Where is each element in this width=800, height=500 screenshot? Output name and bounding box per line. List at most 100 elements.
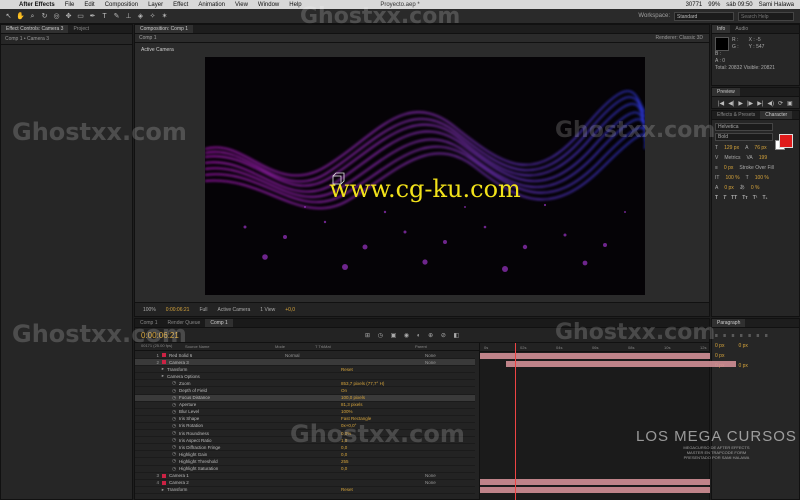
user-name[interactable]: Sami Halawa	[759, 2, 794, 8]
stopwatch-icon[interactable]: ◷	[135, 466, 179, 472]
search-help-input[interactable]: Search Help	[738, 11, 794, 21]
tab-composition[interactable]: Composition: Comp 1	[135, 25, 194, 33]
resolution-select[interactable]: Full	[199, 307, 207, 313]
first-frame-icon[interactable]: |◀	[718, 100, 724, 107]
property-value[interactable]: 0,0	[341, 445, 347, 450]
current-time-display[interactable]: 0:00:06:21	[135, 331, 205, 340]
property-value[interactable]: 0,0	[341, 466, 347, 471]
font-size-value[interactable]: 129 px	[724, 143, 739, 153]
menu-help[interactable]: Help	[284, 2, 306, 8]
fill-color-swatch[interactable]	[779, 134, 793, 148]
menu-composition[interactable]: Composition	[100, 2, 143, 8]
property-row[interactable]: ◷ Focus Distance 100,0 pixels	[135, 394, 475, 402]
stopwatch-icon[interactable]: ◷	[135, 380, 179, 386]
selection-tool-icon[interactable]: ↖	[4, 12, 13, 21]
property-row[interactable]: ◷ Iris Diffraction Fringe 0,0	[135, 444, 475, 452]
property-row[interactable]: ◷ Blur Level 100%	[135, 409, 475, 416]
property-row[interactable]: ◷ Aperture 81,3 pixels	[135, 402, 475, 409]
stroke-width-value[interactable]: 0 px	[724, 163, 733, 173]
font-style-select[interactable]: Bold	[715, 133, 773, 141]
parent-select[interactable]: None	[425, 353, 436, 358]
property-row[interactable]: ▸ Transform Reset	[135, 487, 475, 494]
tab-character[interactable]: Character	[760, 111, 793, 119]
subscript-icon[interactable]: T₁	[762, 193, 767, 203]
tab-project[interactable]: Project	[68, 25, 94, 33]
puppet-tool-icon[interactable]: ✶	[160, 12, 169, 21]
layer-bar-camera-3[interactable]	[506, 361, 736, 367]
next-frame-icon[interactable]: |▶	[747, 100, 753, 107]
composition-viewer[interactable]: www.cg-ku.com	[205, 57, 645, 295]
layer-row[interactable]: 4 Camera 2 None	[135, 480, 475, 487]
parent-select[interactable]: None	[425, 473, 436, 478]
indent-first[interactable]: 0 px	[715, 351, 724, 361]
mask-tool-icon[interactable]: ▭	[76, 12, 85, 21]
property-row[interactable]: ▸ Camera Options	[135, 373, 475, 381]
pen-tool-icon[interactable]: ✒	[88, 12, 97, 21]
col-parent[interactable]: Parent	[415, 344, 455, 349]
stopwatch-icon[interactable]: ◷	[135, 395, 179, 401]
property-value[interactable]: 81,3 pixels	[341, 402, 363, 407]
tab-effects-presets[interactable]: Effects & Presets	[712, 111, 760, 119]
label-color-swatch[interactable]	[162, 473, 166, 478]
property-value[interactable]: 0x+0,0°	[341, 423, 356, 428]
layer-row[interactable]: 3 Camera 1 None	[135, 473, 475, 480]
tab-effect-controls[interactable]: Effect Controls: Camera 3	[1, 25, 69, 33]
property-value[interactable]: 1,0	[341, 438, 347, 443]
alignment-buttons[interactable]: ≡ ≡ ≡ ≡ ≡ ≡ ≡	[715, 331, 796, 341]
tab-comp-1[interactable]: Comp 1	[205, 319, 233, 327]
renderer-value[interactable]: Classic 3D	[679, 35, 703, 41]
twirl-icon[interactable]: ▸	[135, 487, 167, 493]
label-color-swatch[interactable]	[162, 360, 166, 365]
property-row[interactable]: ◷ Iris Shape Fast Rectangle	[135, 416, 475, 423]
tab-info[interactable]: Info	[712, 25, 731, 33]
label-color-swatch[interactable]	[162, 480, 166, 485]
tab-preview[interactable]: Preview	[712, 88, 740, 96]
tab-timeline-comp[interactable]: Comp 1	[135, 319, 163, 327]
camera-tool-icon[interactable]: ◎	[52, 12, 61, 21]
stopwatch-icon[interactable]: ◷	[135, 416, 179, 422]
property-row[interactable]: ◷ Zoom 853,7 pixels (77,7° H)	[135, 380, 475, 388]
parent-select[interactable]: None	[425, 480, 436, 485]
tracking-value[interactable]: 199	[759, 153, 767, 163]
font-family-select[interactable]: Helvetica	[715, 123, 773, 131]
baseline-value[interactable]: 0 px	[724, 183, 733, 193]
menu-window[interactable]: Window	[253, 2, 284, 8]
property-value[interactable]: 0,0%	[341, 431, 351, 436]
layer-row[interactable]: 1 Red Solid 6 Normal None	[135, 352, 475, 360]
stopwatch-icon[interactable]: ◷	[135, 458, 179, 464]
tsume-value[interactable]: 0 %	[751, 183, 760, 193]
indent-right[interactable]: 0 px	[738, 341, 747, 351]
menu-edit[interactable]: Edit	[79, 2, 99, 8]
comp-subtab[interactable]: Comp 1	[139, 35, 157, 41]
blend-mode-select[interactable]: Normal	[285, 353, 300, 358]
viewer-timecode[interactable]: 0:00:06:21	[166, 307, 190, 313]
ram-preview-icon[interactable]: ▣	[787, 100, 793, 107]
property-value[interactable]: 255	[341, 459, 349, 464]
property-value[interactable]: 100,0 pixels	[341, 395, 365, 400]
stopwatch-icon[interactable]: ◷	[135, 451, 179, 457]
zoom-tool-icon[interactable]: ⌕	[28, 12, 37, 21]
menu-animation[interactable]: Animation	[193, 2, 230, 8]
brush-tool-icon[interactable]: ✎	[112, 12, 121, 21]
property-row[interactable]: ◷ Highlight Saturation 0,0	[135, 466, 475, 473]
stopwatch-icon[interactable]: ◷	[135, 437, 179, 443]
col-mode[interactable]: Mode	[275, 344, 315, 349]
twirl-icon[interactable]: ▸	[135, 366, 167, 372]
property-row[interactable]: ◷ Iris Aspect Ratio 1,0	[135, 437, 475, 445]
hand-tool-icon[interactable]: ✋	[16, 12, 25, 21]
play-icon[interactable]: ▶	[738, 100, 743, 107]
property-value[interactable]: Reset	[341, 367, 353, 372]
pan-behind-tool-icon[interactable]: ✥	[64, 12, 73, 21]
property-value[interactable]: 853,7 pixels (77,7° H)	[341, 381, 384, 386]
all-caps-icon[interactable]: TT	[731, 193, 737, 203]
menu-effect[interactable]: Effect	[168, 2, 193, 8]
view-layout-select[interactable]: 1 View	[260, 307, 275, 313]
exposure-value[interactable]: +0,0	[285, 307, 295, 313]
audio-icon[interactable]: ◀)	[767, 100, 774, 107]
menu-view[interactable]: View	[230, 2, 253, 8]
property-value[interactable]: Reset	[341, 487, 353, 492]
stopwatch-icon[interactable]: ◷	[135, 388, 179, 394]
property-row[interactable]: ◷ Highlight Gain 0,0	[135, 451, 475, 459]
camera-view-select[interactable]: Active Camera	[218, 307, 251, 313]
stopwatch-icon[interactable]: ◷	[135, 430, 179, 436]
